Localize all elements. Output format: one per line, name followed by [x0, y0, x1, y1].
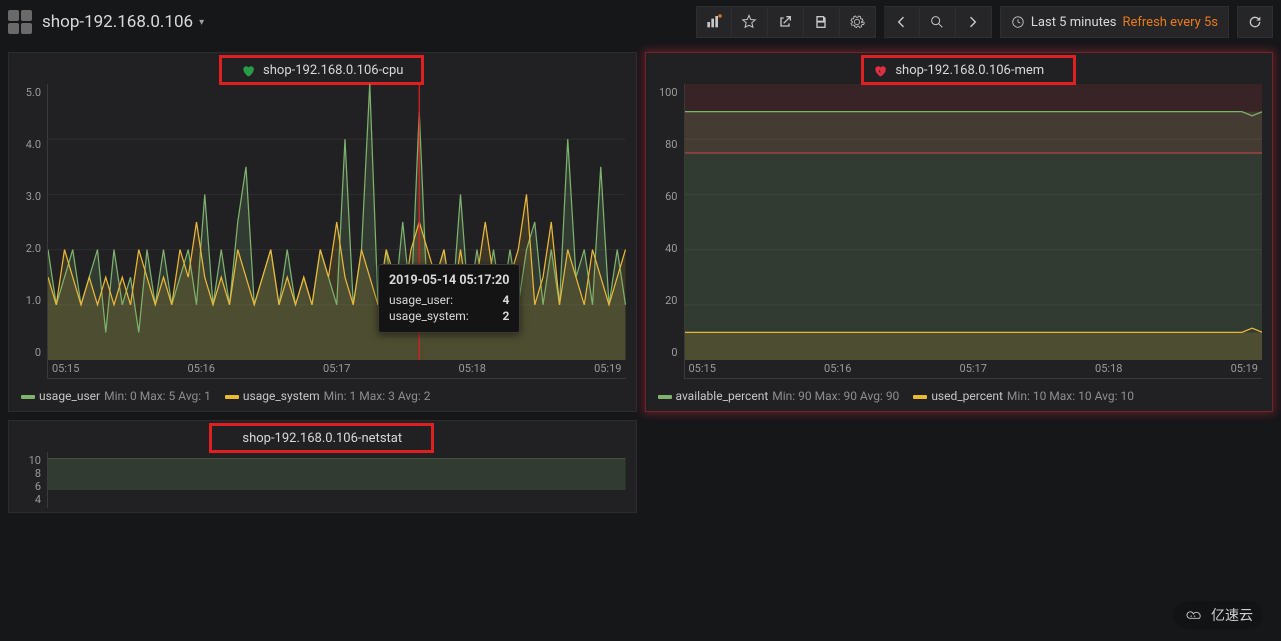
panel-title-text: shop-192.168.0.106-netstat	[242, 431, 402, 446]
chart-area[interactable]: 100 80 60 40 20 0	[646, 84, 1273, 383]
refresh-interval-label: Refresh every 5s	[1122, 15, 1218, 30]
panel-cpu[interactable]: shop-192.168.0.106-cpu 5.0 4.0 3.0 2.0 1…	[8, 52, 637, 412]
zoom-out-button[interactable]	[920, 6, 956, 38]
chevron-right-icon	[965, 14, 981, 30]
dashboard-grid-icon[interactable]	[8, 10, 32, 34]
chart-tooltip: 2019-05-14 05:17:20 usage_user: 4 usage_…	[378, 264, 520, 333]
x-axis: 05:15 05:16 05:17 05:18 05:19	[685, 360, 1263, 378]
panel-title[interactable]: shop-192.168.0.106-cpu	[9, 53, 636, 84]
panel-title[interactable]: shop-192.168.0.106-mem	[646, 53, 1273, 84]
toolbar: Last 5 minutes Refresh every 5s	[696, 6, 1273, 38]
dashboard-title: shop-192.168.0.106	[42, 12, 193, 32]
time-range-picker[interactable]: Last 5 minutes Refresh every 5s	[1000, 6, 1229, 38]
legend-item[interactable]: usage_systemMin: 1 Max: 3 Avg: 2	[225, 389, 431, 403]
chart-svg	[48, 84, 626, 360]
panel-title-text: shop-192.168.0.106-cpu	[263, 63, 403, 78]
cloud-icon	[1183, 608, 1205, 622]
chart-area[interactable]: 5.0 4.0 3.0 2.0 1.0 0	[9, 84, 636, 383]
save-icon	[813, 14, 829, 30]
plot-area[interactable]: 05:15 05:16 05:17 05:18 05:19	[684, 84, 1263, 379]
legend-item[interactable]: usage_userMin: 0 Max: 5 Avg: 1	[21, 389, 211, 403]
chart-svg	[685, 84, 1263, 360]
chart-svg	[48, 452, 626, 490]
settings-button[interactable]	[840, 6, 876, 38]
x-axis: 05:15 05:16 05:17 05:18 05:19	[48, 360, 626, 378]
chart-area[interactable]: 10 8 6 4	[9, 452, 636, 512]
dashboard-title-dropdown[interactable]: shop-192.168.0.106 ▾	[42, 12, 204, 32]
heart-ok-icon	[241, 64, 255, 78]
watermark-text: 亿速云	[1211, 605, 1253, 625]
legend-item[interactable]: used_percentMin: 10 Max: 10 Avg: 10	[913, 389, 1134, 403]
panel-netstat[interactable]: shop-192.168.0.106-netstat 10 8 6 4	[8, 420, 637, 513]
panel-legend: available_percentMin: 90 Max: 90 Avg: 90…	[646, 383, 1273, 411]
refresh-icon	[1247, 14, 1263, 30]
plot-area[interactable]	[47, 452, 626, 508]
dashboard-body: shop-192.168.0.106-cpu 5.0 4.0 3.0 2.0 1…	[0, 44, 1281, 521]
time-forward-button[interactable]	[956, 6, 992, 38]
chevron-down-icon: ▾	[199, 17, 204, 28]
star-button[interactable]	[732, 6, 768, 38]
heart-broken-icon	[873, 64, 887, 78]
panel-legend: usage_userMin: 0 Max: 5 Avg: 1 usage_sys…	[9, 383, 636, 411]
y-axis: 10 8 6 4	[19, 452, 47, 508]
chevron-left-icon	[893, 14, 909, 30]
add-panel-icon	[706, 14, 722, 30]
panel-title[interactable]: shop-192.168.0.106-netstat	[9, 421, 636, 452]
time-range-label: Last 5 minutes	[1031, 15, 1117, 30]
gear-icon	[849, 14, 865, 30]
time-back-button[interactable]	[884, 6, 920, 38]
tooltip-time: 2019-05-14 05:17:20	[389, 273, 509, 288]
star-icon	[741, 14, 757, 30]
clock-icon	[1011, 15, 1025, 29]
watermark: 亿速云	[1173, 601, 1263, 629]
share-icon	[777, 14, 793, 30]
y-axis: 5.0 4.0 3.0 2.0 1.0 0	[19, 84, 47, 379]
refresh-button[interactable]	[1237, 6, 1273, 38]
zoom-out-icon	[929, 14, 945, 30]
y-axis: 100 80 60 40 20 0	[656, 84, 684, 379]
panel-title-text: shop-192.168.0.106-mem	[895, 63, 1044, 78]
plot-area[interactable]: 05:15 05:16 05:17 05:18 05:19 2019-05-14…	[47, 84, 626, 379]
legend-item[interactable]: available_percentMin: 90 Max: 90 Avg: 90	[658, 389, 900, 403]
save-button[interactable]	[804, 6, 840, 38]
panel-mem[interactable]: shop-192.168.0.106-mem 100 80 60 40 20 0	[645, 52, 1274, 412]
topbar: shop-192.168.0.106 ▾	[0, 0, 1281, 44]
add-panel-button[interactable]	[696, 6, 732, 38]
share-button[interactable]	[768, 6, 804, 38]
